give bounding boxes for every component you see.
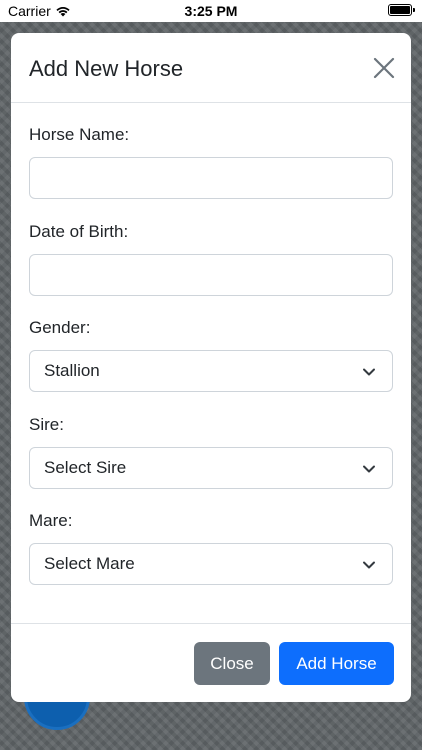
sire-select[interactable]: Select Sire xyxy=(29,447,393,489)
gender-select[interactable]: Stallion xyxy=(29,350,393,392)
mare-label: Mare: xyxy=(29,511,73,530)
gender-select-value: Stallion xyxy=(44,361,100,380)
status-left: Carrier xyxy=(8,3,71,19)
chevron-down-icon xyxy=(363,368,375,376)
modal-title: Add New Horse xyxy=(29,56,184,81)
status-bar: Carrier 3:25 PM xyxy=(0,0,422,22)
carrier-label: Carrier xyxy=(8,3,51,19)
horse-name-input[interactable] xyxy=(29,157,393,199)
modal-body: Horse Name: Date of Birth: Gender: Stall… xyxy=(11,103,411,623)
chevron-down-icon xyxy=(363,561,375,569)
gender-label: Gender: xyxy=(29,318,91,337)
add-horse-modal: Add New Horse Horse Name: Date of Birth:… xyxy=(11,33,411,702)
chevron-down-icon xyxy=(363,465,375,473)
close-button[interactable]: Close xyxy=(194,642,270,685)
modal-footer: Close Add Horse xyxy=(11,623,411,702)
wifi-icon xyxy=(56,7,70,17)
horse-name-label: Horse Name: xyxy=(29,125,130,144)
mare-select-value: Select Mare xyxy=(44,554,135,573)
date-of-birth-label: Date of Birth: xyxy=(29,222,129,241)
modal-header: Add New Horse xyxy=(11,33,411,103)
sire-label: Sire: xyxy=(29,415,64,434)
add-horse-button[interactable]: Add Horse xyxy=(279,642,394,685)
sire-select-value: Select Sire xyxy=(44,458,127,477)
battery-icon xyxy=(388,4,415,16)
date-of-birth-input[interactable] xyxy=(29,254,393,296)
close-icon[interactable] xyxy=(373,57,395,79)
mare-select[interactable]: Select Mare xyxy=(29,543,393,585)
